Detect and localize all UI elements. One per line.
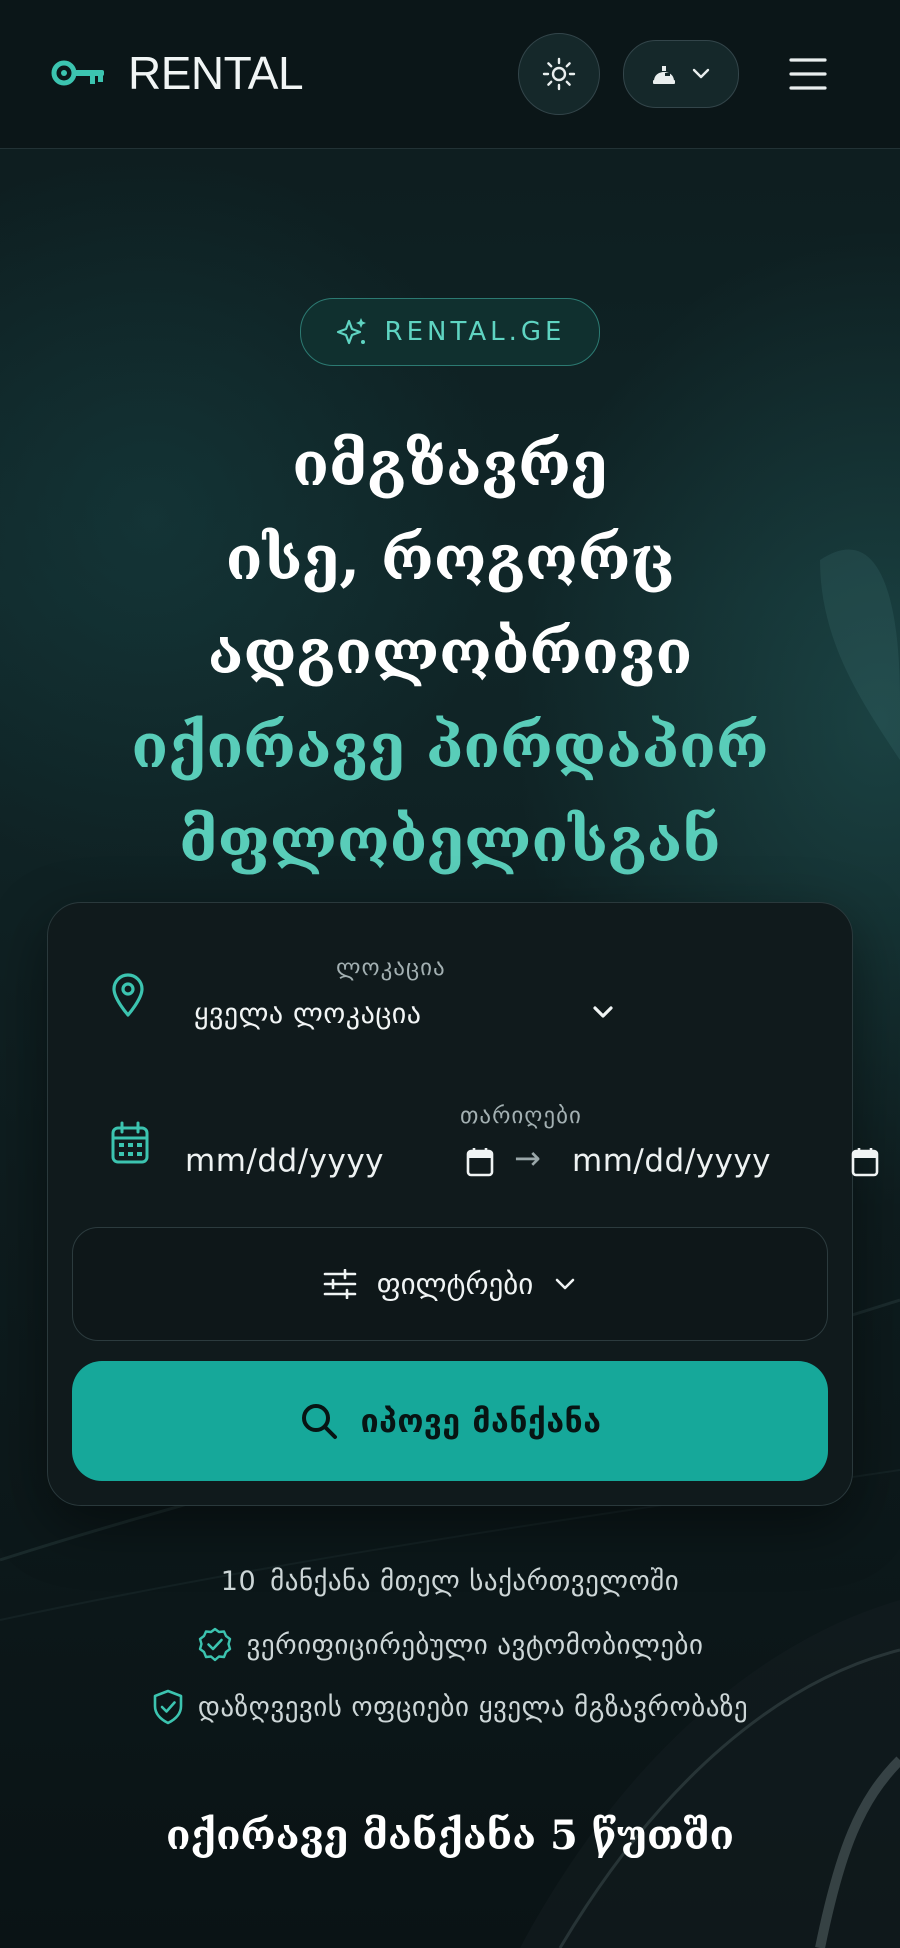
calendar-picker-icon[interactable] — [466, 1147, 494, 1177]
feature-insurance: დაზღვევის ოფციები ყველა მგზავრობაზე — [0, 1689, 900, 1725]
search-card: ლოკაცია ყველა ლოკაცია თარიღები mm/dd/yyy… — [47, 902, 879, 1506]
badge-label: RENTAL.GE — [384, 317, 566, 347]
sun-icon — [542, 57, 576, 91]
hero-heading: იმგზავრე ისე, როგორც ადგილობრივი იქირავე… — [0, 418, 900, 888]
car-count: 10 — [220, 1566, 257, 1597]
brand-name: RENTAL — [128, 47, 304, 99]
section-title: იქირავე მანქანა 5 წუთში — [165, 1812, 734, 1859]
location-select[interactable]: ყველა ლოკაცია — [194, 997, 422, 1030]
location-label: ლოკაცია — [336, 955, 446, 981]
feature-verified: ვერიფიცირებული ავტომობილები — [0, 1627, 900, 1663]
car-count-text: მანქანა მთელ საქართველოში — [270, 1566, 680, 1597]
verified-text: ვერიფიცირებული ავტომობილები — [246, 1629, 704, 1661]
filters-label: ფილტრები — [376, 1267, 534, 1301]
sparkles-icon — [336, 318, 366, 345]
hamburger-icon[interactable] — [788, 54, 828, 94]
date-from-input[interactable]: mm/dd/yyyy — [185, 1143, 384, 1179]
hero-accent-line: მფლობელისგან — [179, 806, 721, 876]
key-icon — [51, 60, 104, 86]
globe-icon — [653, 66, 675, 84]
calendar-icon — [111, 1121, 149, 1164]
find-car-button[interactable]: იპოვე მანქანა — [72, 1361, 828, 1481]
dates-label: თარიღები — [460, 1103, 582, 1129]
date-to-input[interactable]: mm/dd/yyyy — [572, 1143, 771, 1179]
verified-badge-icon — [198, 1627, 231, 1662]
hero-accent-line: იქირავე პირდაპირ — [131, 712, 769, 782]
sliders-icon — [323, 1269, 356, 1299]
theme-toggle-button[interactable] — [518, 33, 600, 115]
hero-title-line: იმგზავრე — [292, 430, 608, 500]
date-range-arrow: → — [514, 1139, 541, 1177]
hero-title-line: ადგილობრივი — [207, 618, 693, 688]
map-pin-icon — [112, 973, 144, 1017]
chevron-down-icon[interactable] — [590, 999, 616, 1025]
top-navbar: RENTAL — [0, 0, 900, 149]
chevron-down-icon — [556, 1278, 575, 1290]
feature-car-count: 10 მანქანა მთელ საქართველოში — [0, 1566, 900, 1597]
calendar-picker-icon[interactable] — [851, 1147, 879, 1177]
find-car-label: იპოვე მანქანა — [360, 1402, 602, 1440]
search-icon — [301, 1404, 337, 1439]
brand-logo[interactable]: RENTAL — [50, 46, 304, 100]
site-badge: RENTAL.GE — [300, 298, 600, 366]
language-selector[interactable] — [623, 40, 739, 108]
filters-button[interactable]: ფილტრები — [72, 1227, 828, 1341]
insurance-text: დაზღვევის ოფციები ყველა მგზავრობაზე — [197, 1691, 749, 1723]
shield-check-icon — [153, 1689, 183, 1725]
chevron-down-icon — [692, 68, 710, 79]
hero-title-line: ისე, როგორც — [225, 524, 675, 594]
